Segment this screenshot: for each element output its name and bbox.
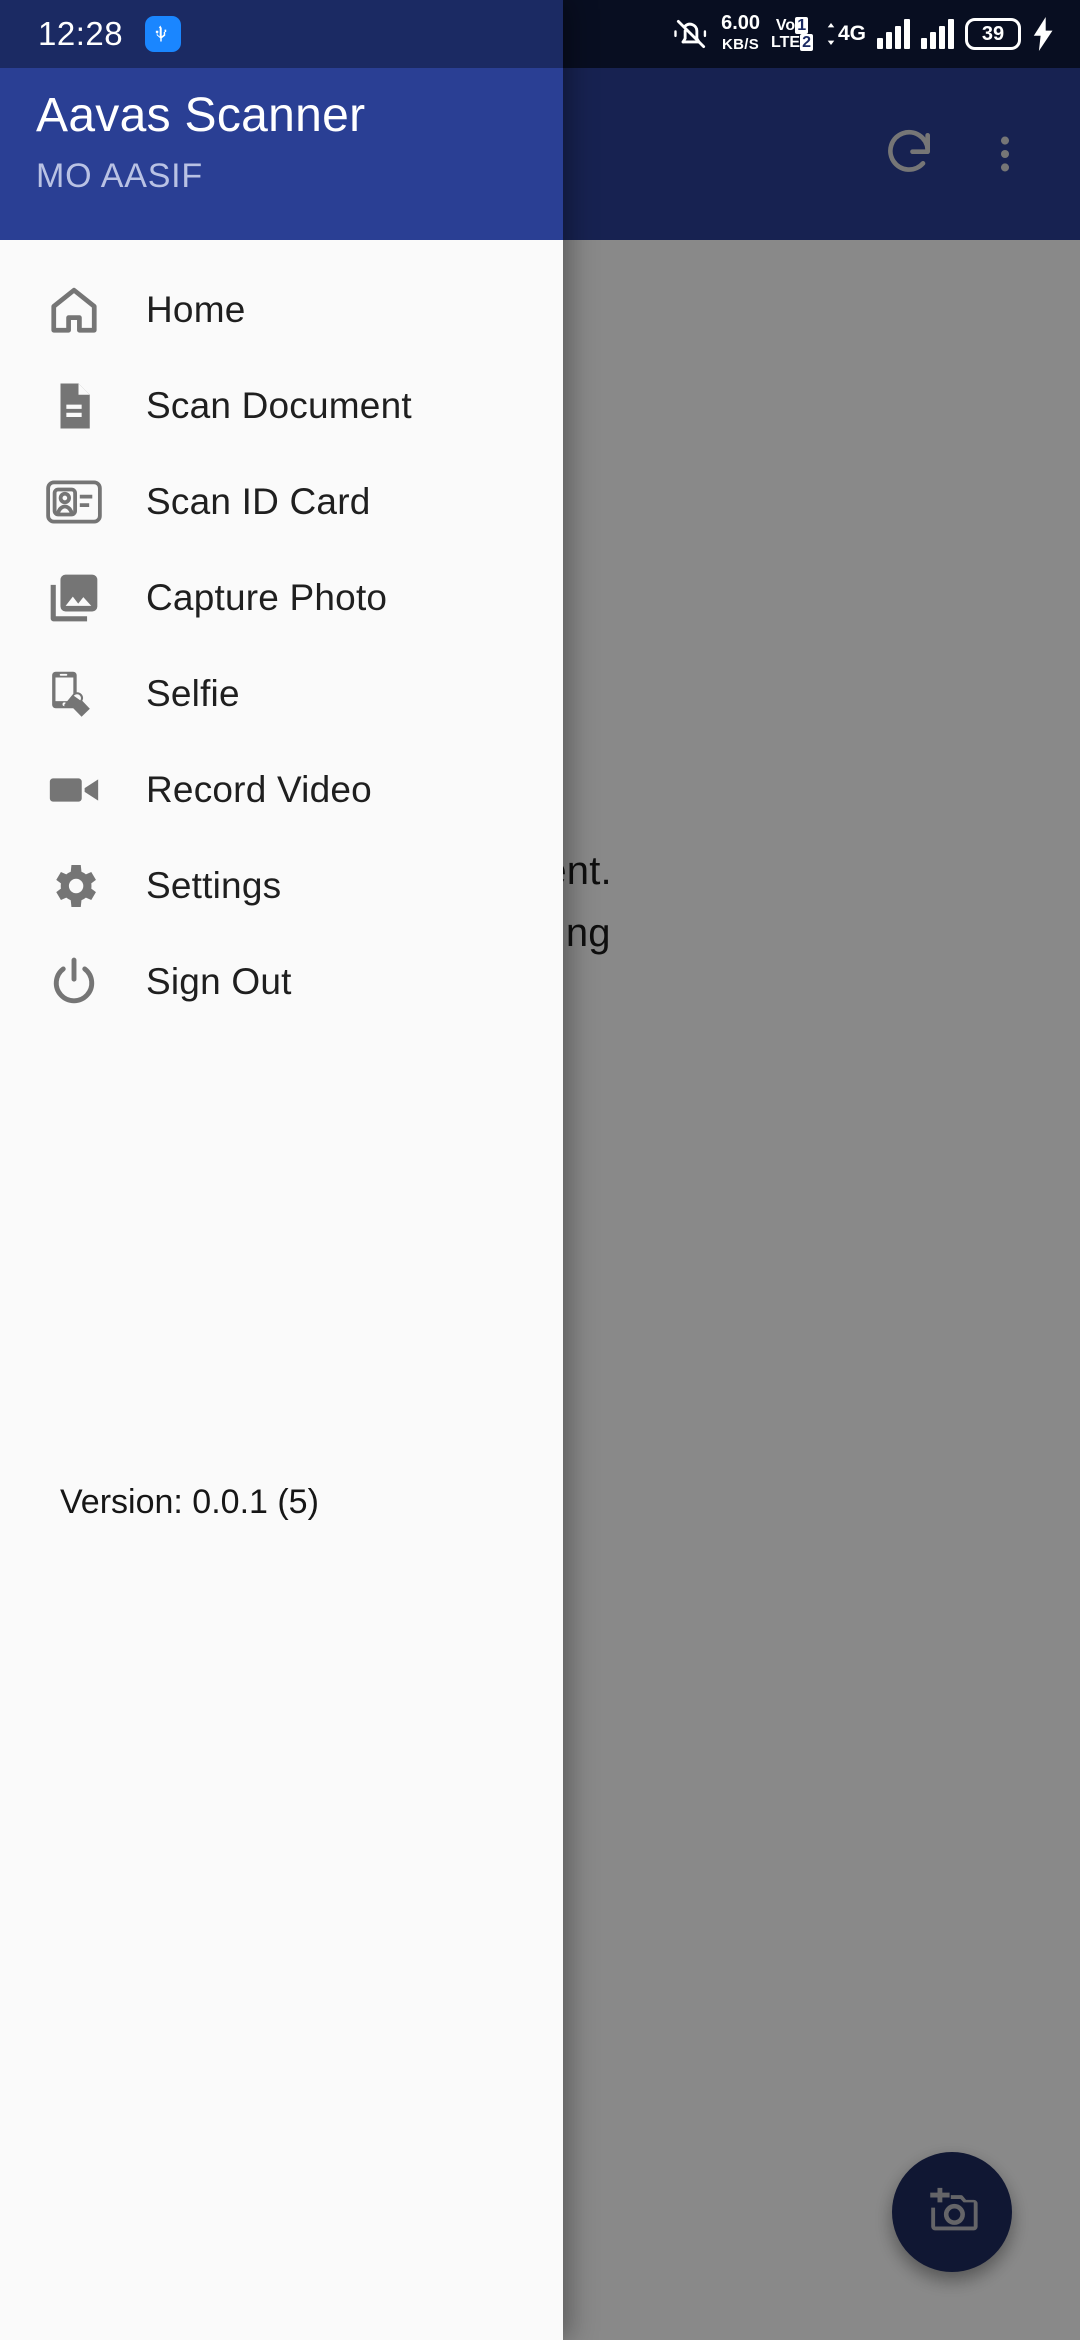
- app-version-label: Version: 0.0.1 (5): [60, 1483, 319, 1521]
- network-speed-unit: KB/S: [722, 36, 760, 53]
- network-type-label: 4G: [837, 22, 866, 45]
- menu-label: Selfie: [146, 673, 240, 714]
- gear-icon: [30, 842, 118, 930]
- phone-screen: cument. canning Aavas Scanner MO AASIF: [0, 0, 1080, 2340]
- volte-sim-1: 1: [795, 17, 809, 34]
- menu-label: Record Video: [146, 769, 372, 810]
- network-speed-value: 6.00: [721, 12, 761, 34]
- network-speed-indicator: 6.00 KB/S: [721, 13, 760, 55]
- menu-label: Sign Out: [146, 961, 292, 1002]
- status-bar-clock: 12:28: [38, 15, 124, 52]
- battery-indicator: 39: [965, 18, 1021, 50]
- volte-top-text: Vo: [775, 17, 796, 34]
- id-card-icon: [30, 458, 118, 546]
- power-icon: [30, 938, 118, 1026]
- signal-bars-sim1-icon: [877, 19, 910, 49]
- signal-bars-sim2-icon: [921, 19, 954, 49]
- battery-level-label: 39: [981, 22, 1005, 45]
- volte-sim-2: 2: [800, 34, 813, 51]
- hand-phone-icon: [30, 650, 118, 738]
- menu-item-record-video[interactable]: Record Video: [0, 742, 563, 838]
- video-camera-icon: [30, 746, 118, 834]
- network-type-indicator: 4G: [824, 22, 866, 46]
- menu-item-selfie[interactable]: Selfie: [0, 646, 563, 742]
- charging-bolt-icon: [1032, 17, 1056, 51]
- bell-muted-icon: [672, 15, 710, 53]
- menu-label: Scan Document: [146, 385, 412, 426]
- status-bar-left: 12:28: [0, 0, 563, 68]
- menu-item-sign-out[interactable]: Sign Out: [0, 934, 563, 1030]
- menu-label: Home: [146, 289, 246, 330]
- photo-library-icon: [30, 554, 118, 642]
- document-icon: [30, 362, 118, 450]
- drawer-title: Aavas Scanner: [36, 89, 366, 142]
- volte-icon: Vo 1 LTE 2: [771, 17, 813, 51]
- usb-icon: [145, 16, 182, 52]
- menu-item-scan-id-card[interactable]: Scan ID Card: [0, 454, 563, 550]
- menu-item-settings[interactable]: Settings: [0, 838, 563, 934]
- menu-item-home[interactable]: Home: [0, 262, 563, 358]
- menu-label: Scan ID Card: [146, 481, 371, 522]
- drawer-menu: Home Scan Document Scan ID Card Capture …: [0, 240, 563, 1030]
- home-icon: [30, 266, 118, 354]
- drawer-subtitle: MO AASIF: [36, 157, 203, 195]
- menu-label: Capture Photo: [146, 577, 388, 618]
- volte-bottom-text: LTE: [771, 34, 801, 51]
- menu-label: Settings: [146, 865, 282, 906]
- menu-item-scan-document[interactable]: Scan Document: [0, 358, 563, 454]
- status-bar-right: 6.00 KB/S Vo 1 LTE 2 4G 39: [672, 0, 1080, 68]
- navigation-drawer: Aavas Scanner MO AASIF Home Scan Documen…: [0, 0, 563, 2340]
- menu-item-capture-photo[interactable]: Capture Photo: [0, 550, 563, 646]
